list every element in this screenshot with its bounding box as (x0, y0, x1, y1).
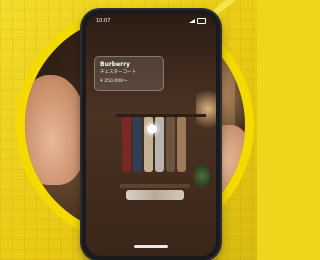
scene-garment (155, 117, 164, 172)
smartphone: 10:07 Burberry チェスターコート ¥ 250,000〜 (82, 10, 220, 260)
product-brand: Burberry (100, 61, 130, 68)
hand (25, 75, 87, 185)
scene-garment (166, 117, 175, 172)
signal-icon (189, 19, 195, 23)
status-bar: 10:07 (86, 14, 216, 28)
status-icons (189, 18, 206, 24)
scene-plant (194, 164, 210, 188)
scene-garment (122, 117, 131, 172)
scene-shoes (126, 190, 184, 200)
product-tag-card[interactable]: Burberry チェスターコート ¥ 250,000〜 (94, 56, 164, 91)
phone-screen[interactable]: 10:07 Burberry チェスターコート ¥ 250,000〜 (86, 14, 216, 256)
product-name: チェスターコート (100, 70, 136, 75)
battery-icon (197, 18, 206, 24)
home-indicator[interactable] (134, 245, 168, 248)
ar-anchor-dot[interactable] (147, 124, 157, 134)
scene-bench (120, 184, 190, 188)
scene-lamp (196, 84, 216, 134)
scene-garment (133, 117, 142, 172)
product-price: ¥ 250,000〜 (100, 79, 128, 84)
status-time: 10:07 (96, 18, 111, 24)
hero-circle: 10:07 Burberry チェスターコート ¥ 250,000〜 (16, 6, 254, 260)
scene-garment (177, 117, 186, 172)
